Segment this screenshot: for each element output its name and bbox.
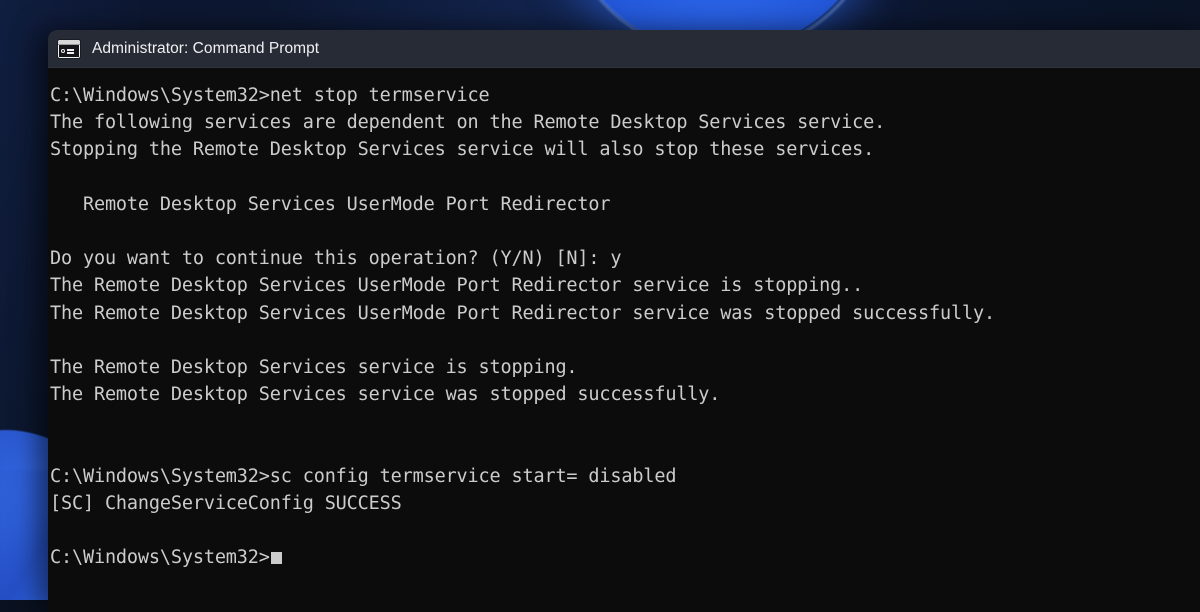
terminal-line: Remote Desktop Services UserMode Port Re… — [50, 191, 1200, 218]
terminal-line — [50, 218, 1200, 245]
terminal-text-buffer: C:\Windows\System32>net stop termservice… — [48, 82, 1200, 571]
terminal-line — [50, 164, 1200, 191]
terminal-line: The following services are dependent on … — [50, 109, 1200, 136]
console-window-icon — [58, 40, 80, 58]
terminal-line: [SC] ChangeServiceConfig SUCCESS — [50, 490, 1200, 517]
window-title: Administrator: Command Prompt — [92, 40, 319, 58]
window-title-bar[interactable]: Administrator: Command Prompt — [48, 30, 1200, 68]
command-prompt-window[interactable]: Administrator: Command Prompt C:\Windows… — [48, 30, 1200, 612]
terminal-line: The Remote Desktop Services service was … — [50, 381, 1200, 408]
terminal-line: The Remote Desktop Services UserMode Por… — [50, 272, 1200, 299]
terminal-line: C:\Windows\System32> — [50, 544, 1200, 571]
terminal-line: C:\Windows\System32>net stop termservice — [50, 82, 1200, 109]
terminal-output-area[interactable]: C:\Windows\System32>net stop termservice… — [48, 68, 1200, 612]
terminal-line — [50, 327, 1200, 354]
terminal-line — [50, 435, 1200, 462]
terminal-line: The Remote Desktop Services service is s… — [50, 354, 1200, 381]
terminal-line: Do you want to continue this operation? … — [50, 245, 1200, 272]
terminal-cursor — [271, 552, 282, 563]
console-icon-screen — [59, 45, 79, 57]
terminal-line: The Remote Desktop Services UserMode Por… — [50, 300, 1200, 327]
terminal-line — [50, 408, 1200, 435]
terminal-line — [50, 517, 1200, 544]
terminal-line: Stopping the Remote Desktop Services ser… — [50, 136, 1200, 163]
terminal-line: C:\Windows\System32>sc config termservic… — [50, 463, 1200, 490]
